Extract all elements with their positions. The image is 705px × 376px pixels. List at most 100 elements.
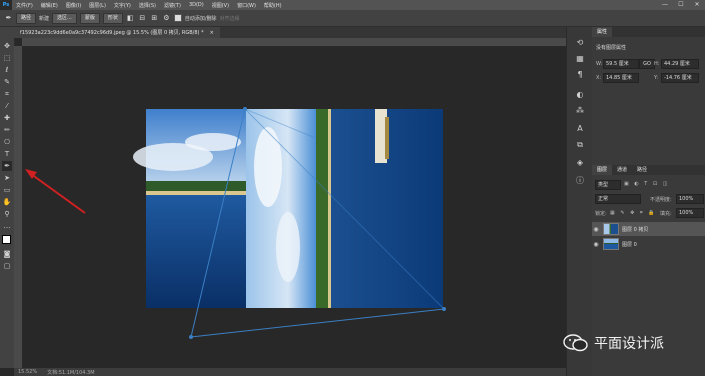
make-mask-button[interactable]: 蒙版 (79, 12, 100, 24)
lock-label: 锁定: (595, 211, 607, 217)
menu-view[interactable]: 视图(V) (208, 2, 233, 9)
menu-image[interactable]: 图像(I) (62, 2, 85, 9)
zoom-tool-icon[interactable]: ⚲ (2, 209, 12, 219)
wechat-logo-icon (563, 334, 588, 352)
marquee-tool-icon[interactable]: ⬚ (2, 53, 12, 63)
window-controls: — ☐ ✕ (657, 0, 705, 10)
eye-icon[interactable]: ◉ (592, 241, 600, 248)
opacity-field[interactable]: 100% (676, 194, 704, 204)
menu-layer[interactable]: 图层(L) (85, 2, 110, 9)
width-label: W: (596, 61, 603, 67)
navigator-icon[interactable]: ◈ (574, 157, 586, 169)
menu-window[interactable]: 窗口(W) (233, 2, 260, 9)
tab-paths[interactable]: 路径 (632, 165, 652, 175)
menu-help[interactable]: 帮助(H) (260, 2, 286, 9)
layer-row[interactable]: ◉ 图层 0 拷贝 (592, 222, 705, 236)
layer-filter-select[interactable]: 类型 (595, 180, 621, 190)
glyphs-icon[interactable]: ⧉ (574, 139, 586, 151)
close-tab-icon[interactable]: × (210, 30, 214, 36)
link-dimensions-button[interactable]: GO (639, 59, 655, 69)
path-anchor-point[interactable] (442, 307, 446, 311)
move-tool-icon[interactable]: ✥ (2, 41, 12, 51)
foreground-color-swatch[interactable] (2, 235, 11, 244)
watermark-text: 平面设计派 (594, 336, 664, 352)
crop-tool-icon[interactable]: ⌗ (2, 89, 12, 99)
shape-tool-icon[interactable]: ▭ (2, 185, 12, 195)
tools-panel: ✥ ⬚ ℓ ✎ ⌗ ⁄ ✚ ✏ ⎔ T ✒ ➤ ▭ ✋ ⚲ … ◙ ▢ (0, 27, 15, 368)
lasso-tool-icon[interactable]: ℓ (2, 65, 12, 75)
height-field[interactable]: 44.29 厘米 (661, 59, 699, 69)
eyedropper-tool-icon[interactable]: ⁄ (2, 101, 12, 111)
minimize-button[interactable]: — (657, 0, 673, 10)
path-anchor-point[interactable] (189, 335, 193, 339)
document-info[interactable]: 文档:51.1M/104.3M (47, 369, 94, 376)
info-icon[interactable]: ⓘ (574, 175, 586, 187)
pen-tool-icon[interactable]: ✒ (2, 161, 12, 171)
x-label: X: (596, 75, 602, 81)
menu-3d[interactable]: 3D(D) (185, 2, 208, 8)
path-anchor-point[interactable] (243, 107, 247, 111)
make-selection-button[interactable]: 选区... (52, 12, 77, 24)
close-button[interactable]: ✕ (689, 0, 705, 10)
screen-mode-icon[interactable]: ▢ (2, 261, 12, 271)
adjustments-icon[interactable]: ◐ (574, 89, 586, 101)
healing-tool-icon[interactable]: ✚ (2, 113, 12, 123)
ruler-vertical[interactable] (14, 46, 23, 368)
quick-select-tool-icon[interactable]: ✎ (2, 77, 12, 87)
properties-panel: 属性 没有图层属性 W: 59.5 厘米 GO H: 44.29 厘米 X: 1… (592, 27, 705, 162)
zoom-level[interactable]: 15.52% (18, 369, 37, 375)
document-tab-bar: f15923a223c9dd6e0a9c37492c96d9.jpeg @ 15… (14, 27, 566, 38)
red-arrow-annotation (25, 169, 86, 214)
shape-mode-select[interactable]: 路径 (16, 12, 37, 24)
menu-filter[interactable]: 滤镜(T) (160, 2, 185, 9)
x-field[interactable]: 14.85 厘米 (603, 73, 639, 83)
layer-name[interactable]: 图层 0 (622, 241, 637, 248)
brush-settings-icon[interactable]: ⁂ (574, 105, 586, 117)
auto-add-delete-checkbox[interactable] (173, 14, 182, 22)
canvas-area[interactable] (23, 47, 566, 368)
properties-subtitle: 没有图层属性 (596, 45, 627, 51)
menu-file[interactable]: 文件(F) (12, 2, 37, 9)
tab-properties[interactable]: 属性 (592, 27, 613, 37)
layer-row[interactable]: ◉ 图层 0 (592, 237, 705, 251)
hand-tool-icon[interactable]: ✋ (2, 197, 12, 207)
fill-field[interactable]: 100% (676, 208, 704, 218)
quick-mask-icon[interactable]: ◙ (2, 249, 12, 259)
character-icon[interactable]: A (574, 123, 586, 135)
maximize-button[interactable]: ☐ (673, 0, 689, 10)
layer-filter-icons[interactable]: ▣ ◐ T ⊡ ◫ (624, 181, 669, 187)
align-edges-label: 对齐边缘 (219, 15, 240, 22)
menu-bar: Ps 文件(F) 编辑(E) 图像(I) 图层(L) 文字(Y) 选择(S) 滤… (0, 0, 705, 10)
eye-icon[interactable]: ◉ (592, 226, 600, 233)
make-shape-button[interactable]: 形状 (102, 12, 123, 24)
menu-select[interactable]: 选择(S) (135, 2, 160, 9)
path-arrange-icon[interactable]: ⊞ (150, 14, 159, 23)
layer-name[interactable]: 图层 0 拷贝 (622, 226, 648, 233)
ruler-horizontal[interactable] (22, 38, 566, 47)
more-tools-icon[interactable]: … (2, 221, 12, 231)
height-label: H: (654, 61, 660, 67)
y-field[interactable]: -14.76 厘米 (661, 73, 699, 83)
width-field[interactable]: 59.5 厘米 (603, 59, 639, 69)
swatches-icon[interactable]: ▦ (574, 53, 586, 65)
menu-type[interactable]: 文字(Y) (110, 2, 135, 9)
gear-icon[interactable]: ⚙ (162, 14, 171, 23)
tab-channels[interactable]: 通道 (612, 165, 632, 175)
tab-layers[interactable]: 图层 (592, 165, 613, 175)
type-tool-icon[interactable]: T (2, 149, 12, 159)
path-align-icon[interactable]: ⊟ (138, 14, 147, 23)
brush-tool-icon[interactable]: ✏ (2, 125, 12, 135)
mode-label: 新建 (39, 15, 50, 22)
stamp-tool-icon[interactable]: ⎔ (2, 137, 12, 147)
panel-dock: ⟲ ▦ ¶ ◐ ⁂ A ⧉ ◈ ⓘ (566, 27, 593, 376)
blend-mode-select[interactable]: 正常 (595, 194, 641, 204)
menu-edit[interactable]: 编辑(E) (37, 2, 62, 9)
watermark: 平面设计派 (563, 333, 664, 353)
document-tab[interactable]: f15923a223c9dd6e0a9c37492c96d9.jpeg @ 15… (14, 27, 220, 38)
history-icon[interactable]: ⟲ (574, 37, 586, 49)
path-select-tool-icon[interactable]: ➤ (2, 173, 12, 183)
pen-tool-icon[interactable]: ✒ (4, 14, 13, 23)
path-operations-icon[interactable]: ◧ (126, 14, 135, 23)
lock-icons[interactable]: ▦ ✎ ✥ ⌗ 🔒 (610, 210, 657, 216)
paragraph-icon[interactable]: ¶ (574, 69, 586, 81)
